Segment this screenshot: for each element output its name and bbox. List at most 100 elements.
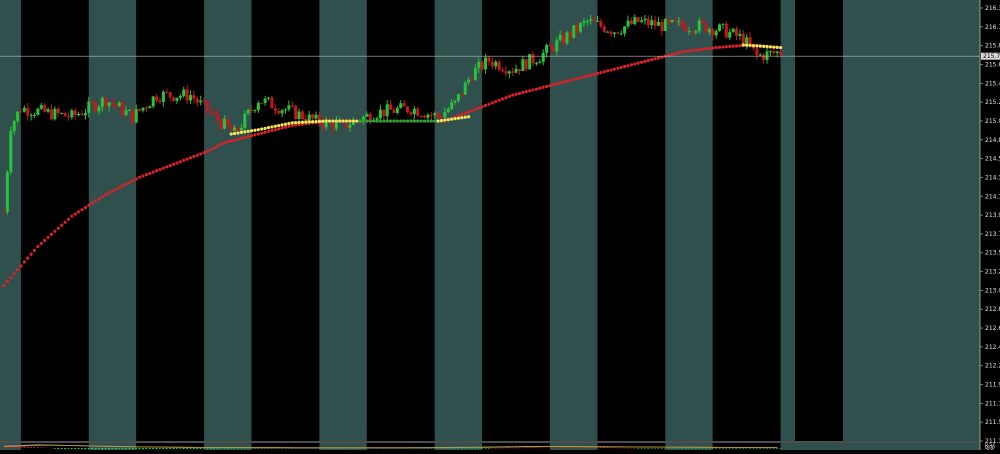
indicator-dot: [321, 119, 325, 123]
indicator-dot: [90, 201, 94, 205]
histogram-bar: [57, 447, 60, 450]
candle-body: [467, 79, 471, 83]
candle-body: [453, 100, 457, 103]
histogram-bar: [23, 446, 26, 448]
candle-body: [772, 51, 776, 54]
histogram-bar: [460, 447, 463, 449]
histogram-bar: [26, 446, 29, 448]
indicator-dot: [151, 170, 155, 174]
candle-body: [172, 97, 176, 101]
indicator-dot: [249, 129, 254, 133]
candle-body: [43, 105, 47, 112]
indicator-dot: [734, 44, 739, 48]
indicator-dot: [487, 102, 491, 106]
histogram-bar: [145, 447, 148, 450]
indicator-dot: [524, 90, 528, 94]
histogram-bar: [664, 447, 667, 449]
indicator-dot: [463, 111, 467, 115]
candle-body: [565, 32, 569, 44]
candle-body: [60, 112, 64, 114]
indicator-dot: [270, 128, 274, 133]
candle-body: [497, 61, 501, 70]
tick-label: 215.2: [985, 99, 1000, 106]
histogram-bar: [13, 446, 15, 448]
indicator-dot: [158, 167, 162, 172]
histogram-bar: [667, 447, 670, 449]
indicator-dot: [701, 47, 705, 51]
histogram-bar: [64, 447, 66, 450]
histogram-bar: [586, 447, 589, 449]
candle-body: [735, 28, 739, 36]
candle-body: [151, 96, 155, 107]
histogram-bar: [179, 447, 182, 449]
histogram-bar: [186, 447, 188, 449]
indicator-dot: [12, 272, 16, 276]
histogram-bar: [562, 447, 565, 449]
histogram-bar: [148, 447, 151, 449]
indicator-dot: [304, 120, 308, 124]
candle-body: [104, 97, 108, 107]
indicator-dot: [422, 119, 427, 123]
histogram-bar: [745, 447, 748, 449]
candle-body: [402, 103, 406, 107]
candle-body: [161, 91, 165, 102]
indicator-dot: [555, 82, 559, 86]
session-band: [665, 0, 713, 441]
histogram-bar: [718, 447, 721, 449]
candle-body: [158, 100, 162, 102]
candle-body: [100, 97, 104, 107]
indicator-dot: [751, 44, 756, 48]
candle-body: [83, 112, 87, 116]
histogram-bar: [162, 447, 165, 450]
candle-body: [144, 107, 148, 109]
candle-body: [738, 33, 742, 36]
indicator-dot: [138, 175, 142, 179]
session-band: [251, 0, 320, 441]
histogram-bar: [501, 447, 504, 449]
indicator-dot: [199, 152, 203, 156]
candle-body: [321, 123, 325, 128]
indicator-dot: [758, 44, 762, 48]
histogram-bar: [762, 447, 765, 449]
histogram-bar: [684, 447, 687, 449]
candle-body: [484, 57, 488, 70]
indicator-dot: [378, 119, 383, 123]
candle-body: [456, 94, 460, 101]
candle-body: [694, 31, 698, 33]
candle-body: [714, 31, 718, 36]
histogram-bar: [559, 447, 561, 449]
indicator-dot: [446, 118, 450, 122]
indicator-dot: [182, 158, 186, 163]
indicator-dot: [263, 130, 267, 134]
indicator-dot: [307, 120, 311, 124]
candle-body: [131, 110, 135, 123]
candle-body: [331, 121, 335, 129]
candle-body: [121, 102, 125, 116]
candle-body: [56, 108, 60, 114]
candle-body: [731, 28, 735, 33]
histogram-bar: [247, 447, 249, 449]
candle-body: [446, 109, 450, 113]
indicator-dot: [616, 66, 620, 70]
histogram-bar: [623, 447, 626, 449]
histogram-bar: [40, 447, 43, 448]
session-band: [780, 0, 795, 441]
indicator-dot: [545, 84, 549, 89]
indicator-dot: [467, 110, 471, 114]
indicator-dot: [680, 50, 684, 54]
session-band: [843, 0, 980, 441]
candle-body: [127, 110, 131, 112]
histogram-bar: [226, 447, 229, 449]
indicator-dot: [97, 197, 101, 201]
candle-body: [673, 20, 677, 22]
candle-body: [246, 109, 250, 114]
candle-body: [236, 127, 240, 131]
histogram-bar: [125, 447, 127, 450]
histogram-bar: [528, 447, 531, 449]
histogram-bar: [230, 447, 233, 449]
candle-body: [711, 29, 715, 36]
histogram-bar: [196, 447, 199, 450]
tick-label: 213.9: [985, 212, 1000, 219]
candle-body: [697, 20, 701, 32]
tick-label: 213.7: [985, 231, 1000, 238]
